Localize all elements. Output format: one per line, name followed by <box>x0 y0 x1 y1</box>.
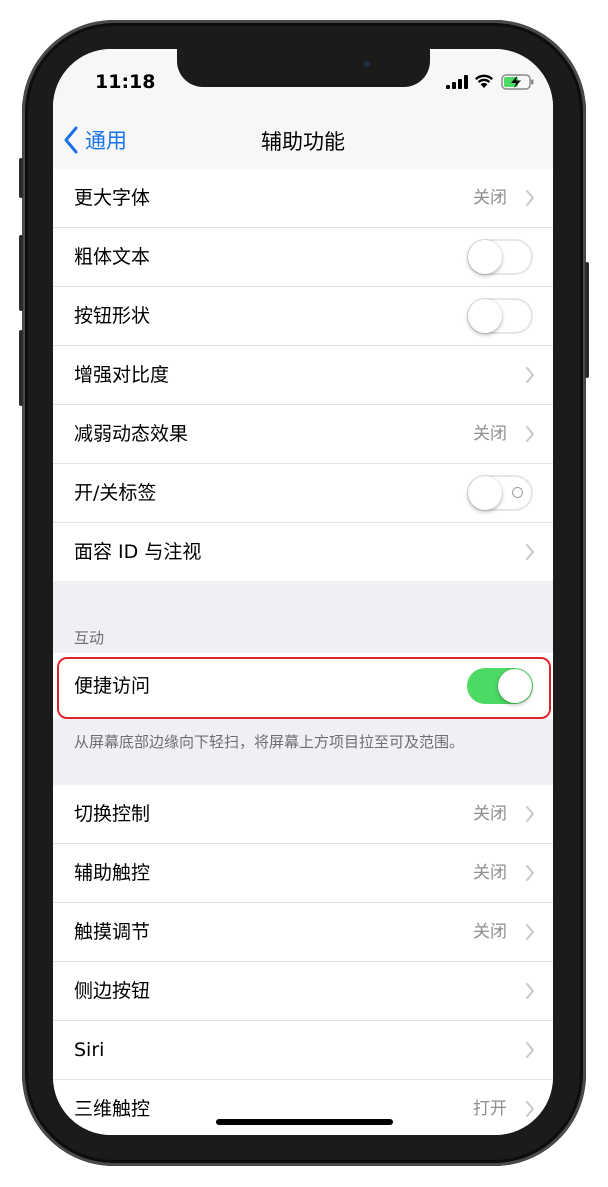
row-label: 切换控制 <box>74 803 151 825</box>
reachability-toggle[interactable] <box>467 668 533 704</box>
toggle-knob <box>498 669 532 703</box>
cellular-signal-icon <box>446 75 468 89</box>
chevron-right-icon <box>526 367 534 383</box>
row-siri[interactable]: Siri <box>53 1021 553 1080</box>
row-label: 便捷访问 <box>74 675 151 697</box>
row-side-button[interactable]: 侧边按钮 <box>53 962 553 1021</box>
footer-note-text: 从屏幕底部边缘向下轻扫，将屏幕上方项目拉至可及范围。 <box>74 733 465 751</box>
chevron-right-icon <box>526 544 534 560</box>
toggle-knob <box>468 299 502 333</box>
chevron-right-icon <box>526 1101 534 1117</box>
row-value: 关闭 <box>473 424 507 444</box>
home-indicator[interactable] <box>216 1119 393 1125</box>
volume-down-button <box>19 330 23 406</box>
row-label: 侧边按钮 <box>74 980 151 1002</box>
row-label: 粗体文本 <box>74 246 151 268</box>
row-bold-text: 粗体文本 <box>53 228 553 287</box>
row-label: 三维触控 <box>74 1098 151 1120</box>
row-label: 按钮形状 <box>74 305 151 327</box>
row-value: 关闭 <box>473 922 507 942</box>
row-larger-text[interactable]: 更大字体 关闭 <box>53 169 553 228</box>
chevron-right-icon <box>526 426 534 442</box>
row-label: Siri <box>74 1039 105 1061</box>
chevron-right-icon <box>526 924 534 940</box>
chevron-right-icon <box>526 806 534 822</box>
notch <box>177 49 430 87</box>
row-reduce-motion[interactable]: 减弱动态效果 关闭 <box>53 405 553 464</box>
row-increase-contrast[interactable]: 增强对比度 <box>53 346 553 405</box>
row-value: 关闭 <box>473 188 507 208</box>
volume-up-button <box>19 235 23 311</box>
toggle-knob <box>468 240 502 274</box>
row-value: 打开 <box>473 1099 507 1119</box>
row-label: 面容 ID 与注视 <box>74 541 202 563</box>
interaction-settings-group: 切换控制 关闭 辅助触控 关闭 触摸调节 关闭 侧边按钮 Siri 三维触控 打… <box>53 785 553 1135</box>
row-assistive-touch[interactable]: 辅助触控 关闭 <box>53 844 553 903</box>
row-label: 增强对比度 <box>74 364 170 386</box>
bold-text-toggle[interactable] <box>467 239 533 275</box>
section-header-interaction: 互动 <box>53 629 553 653</box>
row-label: 触摸调节 <box>74 921 151 943</box>
row-label: 更大字体 <box>74 187 151 209</box>
navigation-bar: 通用 辅助功能 <box>53 111 553 170</box>
button-shapes-toggle[interactable] <box>467 298 533 334</box>
chevron-right-icon <box>526 983 534 999</box>
off-label-circle-icon <box>512 487 523 498</box>
row-3d-touch[interactable]: 三维触控 打开 <box>53 1080 553 1135</box>
row-label: 辅助触控 <box>74 862 151 884</box>
section-header-label: 互动 <box>74 629 105 647</box>
toggle-knob <box>468 476 502 510</box>
row-value: 关闭 <box>473 863 507 883</box>
row-label: 开/关标签 <box>74 482 157 504</box>
status-time: 11:18 <box>95 71 156 93</box>
section-footer-note: 从屏幕底部边缘向下轻扫，将屏幕上方项目拉至可及范围。 <box>53 719 553 785</box>
front-camera <box>364 61 370 67</box>
row-touch-accommodations[interactable]: 触摸调节 关闭 <box>53 903 553 962</box>
row-reachability: 便捷访问 <box>53 653 553 719</box>
chevron-right-icon <box>526 865 534 881</box>
row-switch-control[interactable]: 切换控制 关闭 <box>53 785 553 844</box>
row-on-off-labels: 开/关标签 <box>53 464 553 523</box>
row-value: 关闭 <box>473 804 507 824</box>
settings-list: 更大字体 关闭 粗体文本 按钮形状 增强对比度 减弱动态效果 关闭 开/关标签 … <box>53 169 553 1135</box>
display-settings-group: 更大字体 关闭 粗体文本 按钮形状 增强对比度 减弱动态效果 关闭 开/关标签 … <box>53 169 553 581</box>
page-title: 辅助功能 <box>261 130 345 154</box>
wifi-icon <box>475 74 493 88</box>
chevron-right-icon <box>526 190 534 206</box>
side-button <box>585 262 589 378</box>
row-label: 减弱动态效果 <box>74 423 189 445</box>
battery-charging-icon <box>501 74 534 90</box>
interaction-group: 便捷访问 <box>53 653 553 719</box>
screen: 11:18 通用 辅助功能 更大字体 关闭 粗体文本 按钮形状 增强对比度 减弱… <box>53 49 553 1135</box>
on-off-labels-toggle[interactable] <box>467 475 533 511</box>
mute-switch <box>19 158 23 198</box>
row-face-id-attention[interactable]: 面容 ID 与注视 <box>53 523 553 581</box>
chevron-right-icon <box>526 1042 534 1058</box>
row-button-shapes: 按钮形状 <box>53 287 553 346</box>
